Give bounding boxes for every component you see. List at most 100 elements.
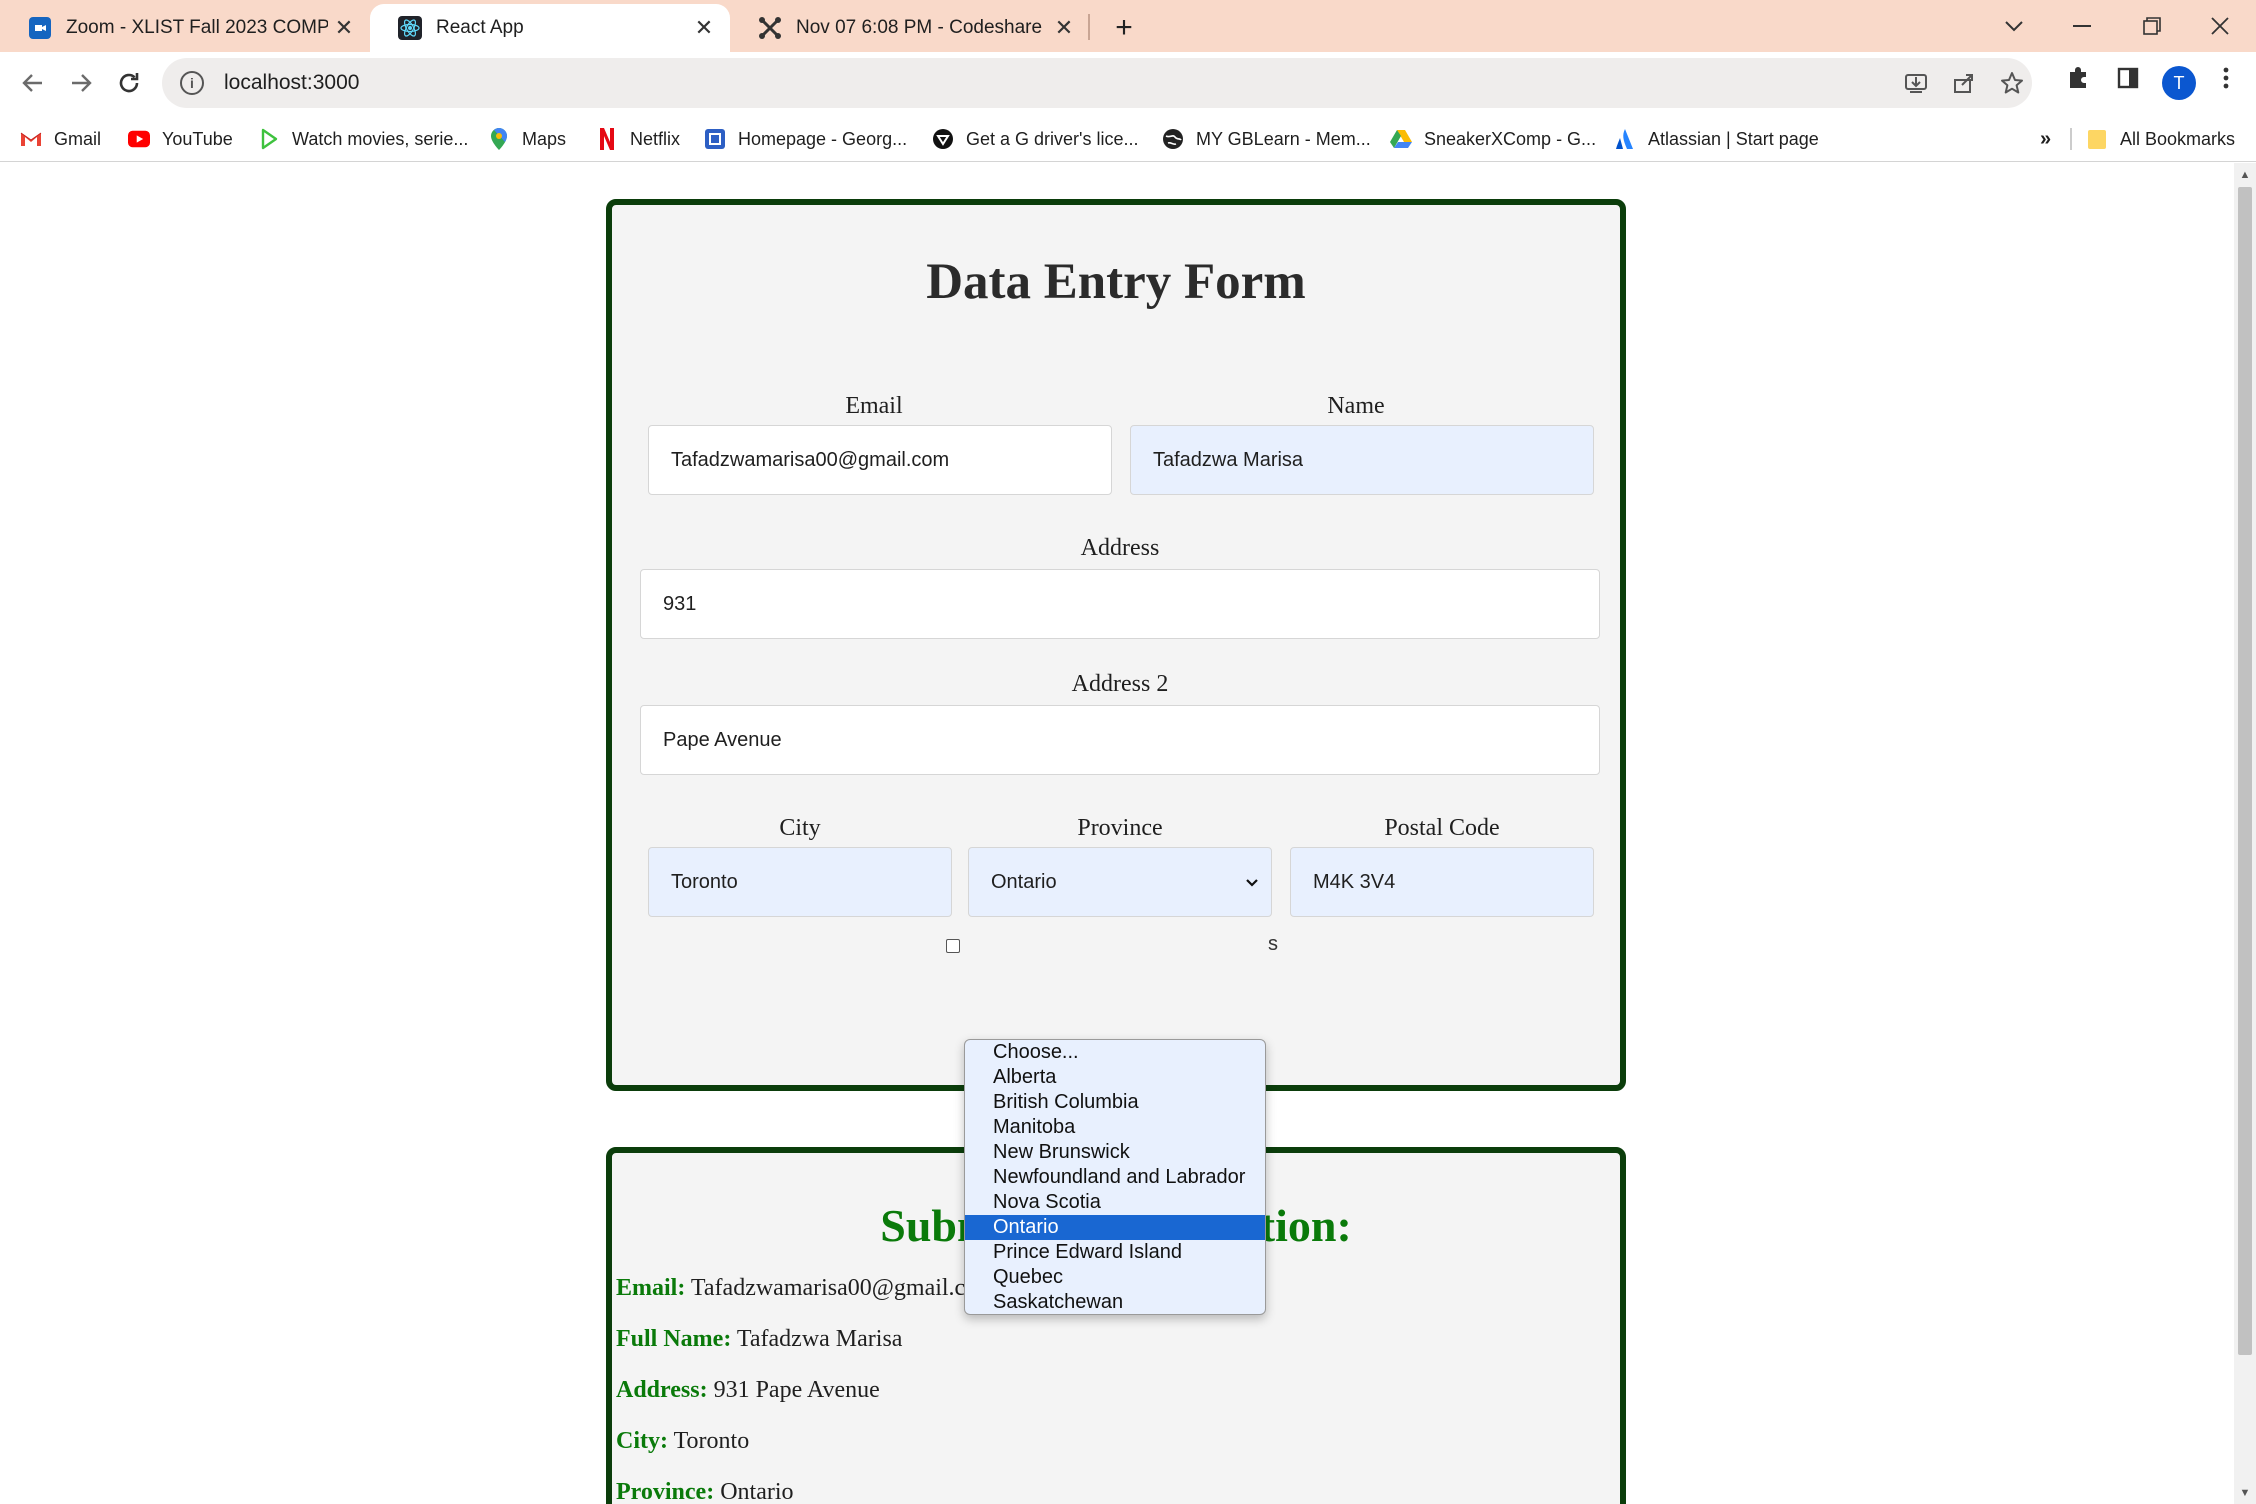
- browser-toolbar: i localhost:3000 T: [0, 52, 2256, 114]
- share-icon[interactable]: [1950, 69, 1978, 97]
- restore-button[interactable]: [2122, 6, 2182, 46]
- submitted-email-row: Email: Tafadzwamarisa00@gmail.com: [616, 1275, 996, 1301]
- play-icon: [258, 128, 280, 150]
- email-label: Email: [845, 393, 903, 419]
- submitted-address-row: Address: 931 Pape Avenue: [616, 1377, 880, 1403]
- site-info-icon[interactable]: i: [180, 71, 204, 95]
- forward-button[interactable]: [60, 62, 102, 104]
- bookmark-gmail[interactable]: Gmail: [20, 124, 101, 154]
- bookmark-youtube[interactable]: YouTube: [128, 124, 233, 154]
- bookmark-star-icon[interactable]: [1998, 69, 2026, 97]
- bookmark-homepage-george[interactable]: Homepage - Georg...: [704, 124, 907, 154]
- kebab-menu-icon[interactable]: [2208, 60, 2244, 96]
- back-button[interactable]: [12, 62, 54, 104]
- folder-icon: [2086, 128, 2108, 150]
- province-option[interactable]: Saskatchewan: [965, 1290, 1265, 1314]
- back-arrow-icon: [22, 74, 42, 92]
- reload-button[interactable]: [108, 62, 150, 104]
- data-entry-form-card: Data Entry Form Email Tafadzwamarisa00@g…: [606, 199, 1626, 1091]
- netflix-icon: [596, 128, 618, 150]
- close-window-button[interactable]: [2190, 6, 2250, 46]
- bookmarks-overflow-button[interactable]: »: [2040, 124, 2051, 154]
- name-field[interactable]: Tafadzwa Marisa: [1130, 425, 1594, 495]
- tab-codeshare[interactable]: Nov 07 6:08 PM - Codeshare ✕: [730, 4, 1090, 52]
- youtube-icon: [128, 128, 150, 150]
- province-option-selected[interactable]: Ontario: [965, 1215, 1265, 1240]
- submitted-name-row: Full Name: Tafadzwa Marisa: [616, 1326, 903, 1352]
- scroll-up-arrow-icon[interactable]: ▲: [2239, 169, 2251, 181]
- url-text[interactable]: localhost:3000: [224, 71, 359, 95]
- province-dropdown-list[interactable]: Choose... Alberta British Columbia Manit…: [964, 1039, 1266, 1315]
- name-label: Name: [1327, 393, 1385, 419]
- bookmark-netflix[interactable]: Netflix: [596, 124, 680, 154]
- postal-code-label: Postal Code: [1384, 815, 1500, 841]
- address2-field[interactable]: Pape Avenue: [640, 705, 1600, 775]
- scroll-down-arrow-icon[interactable]: ▼: [2239, 1487, 2251, 1499]
- city-label: City: [779, 815, 821, 841]
- tab-separator: [1088, 14, 1090, 40]
- form-checkbox[interactable]: [946, 939, 960, 953]
- province-option[interactable]: Alberta: [965, 1065, 1265, 1090]
- address-label: Address: [1080, 535, 1160, 561]
- side-panel-icon[interactable]: [2110, 60, 2146, 96]
- province-option[interactable]: Choose...: [965, 1040, 1265, 1065]
- submitted-city-row: City: Toronto: [616, 1428, 750, 1454]
- close-tab-icon[interactable]: ✕: [328, 12, 360, 44]
- scrollbar-thumb[interactable]: [2238, 187, 2252, 1355]
- bookmark-sneakerxcomp[interactable]: SneakerXComp - G...: [1390, 124, 1596, 154]
- install-app-icon[interactable]: [1902, 69, 1930, 97]
- checkbox-label-fragment: s: [1268, 933, 1278, 955]
- tab-zoom[interactable]: Zoom - XLIST Fall 2023 COMP31 ✕: [0, 4, 370, 52]
- province-select[interactable]: Ontario: [968, 847, 1272, 917]
- tab-title: Nov 07 6:08 PM - Codeshare: [796, 17, 1043, 38]
- codeshare-icon: [758, 16, 782, 40]
- maps-pin-icon: [488, 128, 510, 150]
- city-field[interactable]: Toronto: [648, 847, 952, 917]
- profile-avatar[interactable]: T: [2162, 66, 2196, 100]
- bookmark-my-gblearn[interactable]: MY GBLearn - Mem...: [1162, 124, 1371, 154]
- tab-react-app[interactable]: React App ✕: [370, 4, 730, 52]
- bookmarks-divider: [2070, 128, 2072, 150]
- tab-title: Zoom - XLIST Fall 2023 COMP31: [66, 17, 328, 38]
- college-icon: [704, 128, 726, 150]
- province-label: Province: [1077, 815, 1163, 841]
- bookmark-maps[interactable]: Maps: [488, 124, 566, 154]
- drive-icon: [1390, 128, 1412, 150]
- province-option[interactable]: British Columbia: [965, 1090, 1265, 1115]
- globe-icon: [1162, 128, 1184, 150]
- atlassian-icon: [1614, 128, 1636, 150]
- react-icon: [398, 16, 422, 40]
- zoom-icon: [28, 16, 52, 40]
- page-viewport: Data Entry Form Email Tafadzwamarisa00@g…: [0, 163, 2234, 1504]
- gmail-icon: [20, 128, 42, 150]
- bookmark-atlassian[interactable]: Atlassian | Start page: [1614, 124, 1819, 154]
- address-bar[interactable]: i localhost:3000: [162, 58, 2032, 108]
- bookmark-watch-movies[interactable]: Watch movies, serie...: [258, 124, 468, 154]
- province-option[interactable]: Prince Edward Island: [965, 1240, 1265, 1265]
- province-option[interactable]: Quebec: [965, 1265, 1265, 1290]
- tab-strip: Zoom - XLIST Fall 2023 COMP31 ✕ React Ap…: [0, 0, 2256, 52]
- forward-arrow-icon: [72, 74, 92, 92]
- bookmarks-bar: Gmail YouTube Watch movies, serie... Map…: [0, 116, 2256, 162]
- province-option[interactable]: Nova Scotia: [965, 1190, 1265, 1215]
- province-option[interactable]: New Brunswick: [965, 1140, 1265, 1165]
- province-option[interactable]: Manitoba: [965, 1115, 1265, 1140]
- minimize-button[interactable]: [2052, 6, 2112, 46]
- submitted-province-row: Province: Ontario: [616, 1479, 794, 1504]
- bookmark-g-drivers-licence[interactable]: Get a G driver's lice...: [932, 124, 1139, 154]
- province-option[interactable]: Newfoundland and Labrador: [965, 1165, 1265, 1190]
- email-field[interactable]: Tafadzwamarisa00@gmail.com: [648, 425, 1112, 495]
- close-tab-icon[interactable]: ✕: [688, 12, 720, 44]
- page-scrollbar[interactable]: ▲ ▼: [2234, 163, 2256, 1504]
- extensions-icon[interactable]: [2060, 60, 2096, 96]
- address-field[interactable]: 931: [640, 569, 1600, 639]
- reload-icon: [119, 73, 139, 93]
- all-bookmarks-button[interactable]: All Bookmarks: [2086, 124, 2235, 154]
- new-tab-button[interactable]: +: [1104, 8, 1144, 48]
- tab-search-icon[interactable]: [1984, 6, 2044, 46]
- postal-code-field[interactable]: M4K 3V4: [1290, 847, 1594, 917]
- province-selected-value: Ontario: [991, 870, 1057, 893]
- close-tab-icon[interactable]: ✕: [1048, 12, 1080, 44]
- address2-label: Address 2: [1071, 671, 1169, 697]
- form-title: Data Entry Form: [926, 254, 1306, 310]
